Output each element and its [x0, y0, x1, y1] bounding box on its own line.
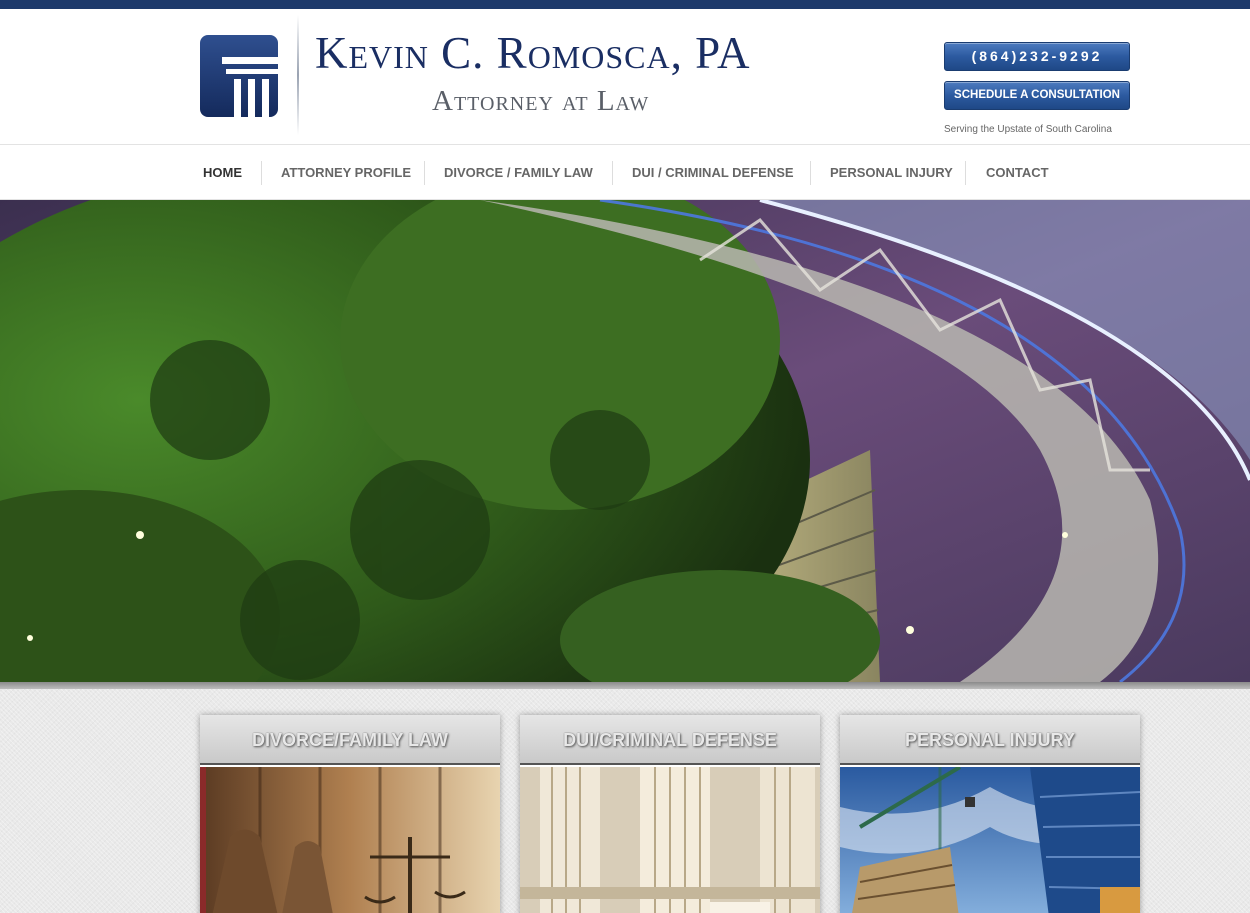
logo-divider — [297, 15, 299, 135]
nav-separator — [965, 161, 966, 185]
schedule-consultation-button[interactable]: SCHEDULE A CONSULTATION — [944, 81, 1130, 110]
courthouse-columns-image[interactable] — [520, 767, 820, 913]
hero-image-bridge-night — [0, 200, 1250, 682]
nav-item-dui-criminal-defense[interactable]: DUI / CRIMINAL DEFENSE — [632, 145, 794, 201]
main-nav: HOME ATTORNEY PROFILE DIVORCE / FAMILY L… — [0, 144, 1250, 200]
nav-separator — [261, 161, 262, 185]
nav-item-attorney-profile[interactable]: ATTORNEY PROFILE — [281, 145, 411, 201]
nav-item-personal-injury[interactable]: PERSONAL INJURY — [830, 145, 953, 201]
hero-bottom-bar — [0, 682, 1250, 689]
nav-item-divorce-family-law[interactable]: DIVORCE / FAMILY LAW — [444, 145, 593, 201]
service-area-text: Serving the Upstate of South Carolina — [944, 124, 1112, 135]
practice-card-dui-criminal-defense[interactable]: DUI/CRIMINAL DEFENSE — [520, 715, 820, 913]
top-accent-bar — [0, 0, 1250, 9]
practice-card-divorce-family-law[interactable]: DIVORCE/FAMILY LAW — [200, 715, 500, 913]
practice-card-personal-injury[interactable]: PERSONAL INJURY — [840, 715, 1140, 913]
card-title[interactable]: DIVORCE/FAMILY LAW — [200, 715, 500, 765]
courtroom-scales-image[interactable] — [200, 767, 500, 913]
nav-item-home[interactable]: HOME — [203, 145, 242, 201]
nav-separator — [424, 161, 425, 185]
firm-tagline: Attorney at Law — [432, 85, 650, 117]
phone-button[interactable]: (864)232-9292 — [944, 42, 1130, 71]
card-title[interactable]: PERSONAL INJURY — [840, 715, 1140, 765]
nav-item-contact[interactable]: CONTACT — [986, 145, 1049, 201]
construction-site-image[interactable] — [840, 767, 1140, 913]
nav-separator — [810, 161, 811, 185]
pillar-logo-icon[interactable] — [200, 35, 278, 117]
firm-name[interactable]: Kevin C. Romosca, PA — [315, 27, 751, 79]
practice-areas-section: DIVORCE/FAMILY LAW DUI/CRIMINAL DEFENSE … — [0, 689, 1250, 913]
site-header: Kevin C. Romosca, PA Attorney at Law (86… — [0, 9, 1250, 145]
card-title[interactable]: DUI/CRIMINAL DEFENSE — [520, 715, 820, 765]
nav-separator — [612, 161, 613, 185]
